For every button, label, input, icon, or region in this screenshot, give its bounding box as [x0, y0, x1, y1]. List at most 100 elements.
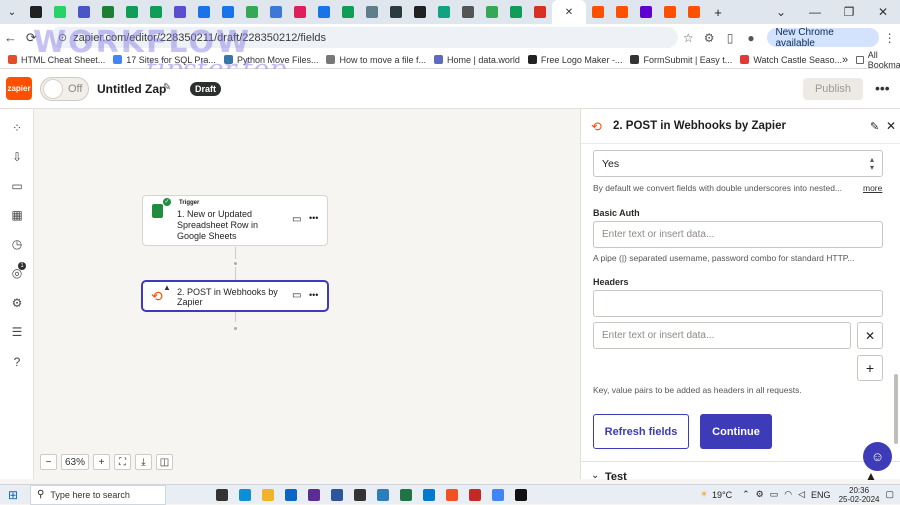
- taskbar-app[interactable]: [233, 485, 256, 505]
- taskbar-app[interactable]: [463, 485, 486, 505]
- versions-icon[interactable]: ☰: [10, 325, 24, 339]
- calendar-icon[interactable]: ▦: [10, 208, 24, 222]
- chrome-menu-icon[interactable]: ⋮: [879, 31, 900, 45]
- trigger-more-icon[interactable]: •••: [309, 213, 318, 223]
- panel-scrollbar[interactable]: [893, 144, 899, 479]
- taskbar-app[interactable]: [279, 485, 302, 505]
- browser-tab[interactable]: [456, 0, 480, 24]
- bookmark-item[interactable]: HTML Cheat Sheet...: [8, 55, 105, 65]
- edit-pencil-icon[interactable]: ✎: [163, 82, 171, 93]
- browser-tab[interactable]: [216, 0, 240, 24]
- bookmark-item[interactable]: Home | data.world: [434, 55, 520, 65]
- browser-tab[interactable]: [408, 0, 432, 24]
- browser-tab[interactable]: [120, 0, 144, 24]
- bookmark-item[interactable]: Watch Castle Seaso...: [740, 55, 842, 65]
- weather-temp[interactable]: 19°C: [712, 490, 732, 500]
- browser-tab[interactable]: [610, 0, 634, 24]
- assistant-chat-icon[interactable]: ☺: [863, 442, 892, 471]
- browser-tab[interactable]: [658, 0, 682, 24]
- taskbar-app[interactable]: [440, 485, 463, 505]
- extensions-icon[interactable]: ⚙: [699, 31, 720, 45]
- windows-start-icon[interactable]: ⊞: [0, 488, 26, 502]
- browser-tab[interactable]: [240, 0, 264, 24]
- zoom-out-button[interactable]: −: [40, 454, 57, 470]
- url-field[interactable]: ⊙ zapier.com/editor/228350211/draft/2283…: [49, 27, 678, 48]
- close-panel-icon[interactable]: ✕: [886, 119, 896, 133]
- import-icon[interactable]: ⇩: [10, 150, 24, 164]
- unflatten-select[interactable]: Yes ▴ ▾: [593, 150, 883, 177]
- browser-tab[interactable]: [432, 0, 456, 24]
- browser-tab[interactable]: [360, 0, 384, 24]
- more-options-icon[interactable]: •••: [875, 80, 890, 96]
- close-window-icon[interactable]: ✕: [866, 0, 900, 24]
- tab-search-chevron-icon[interactable]: ⌄: [0, 0, 24, 24]
- test-section-label[interactable]: Test: [605, 471, 627, 483]
- browser-tab[interactable]: [586, 0, 610, 24]
- tab-list-icon[interactable]: ⌄: [764, 0, 798, 24]
- maximize-icon[interactable]: ❐: [832, 0, 866, 24]
- language-indicator[interactable]: ENG: [811, 490, 831, 500]
- taskbar-app[interactable]: [210, 485, 233, 505]
- bookmarks-overflow-icon[interactable]: »: [842, 54, 848, 66]
- action-comment-icon[interactable]: ▭: [292, 290, 301, 301]
- minimize-icon[interactable]: —: [798, 0, 832, 24]
- trigger-step-card[interactable]: ✓ Trigger 1. New or Updated Spreadsheet …: [142, 195, 328, 246]
- add-header-button[interactable]: +: [857, 355, 883, 381]
- taskbar-app[interactable]: [348, 485, 371, 505]
- rename-pencil-icon[interactable]: ✎: [870, 120, 879, 133]
- download-icon[interactable]: ⤓: [135, 454, 152, 470]
- chevron-down-icon[interactable]: ⌄: [591, 470, 599, 481]
- history-icon[interactable]: ◷: [10, 237, 24, 251]
- basic-auth-input[interactable]: Enter text or insert data...: [593, 221, 883, 248]
- scrollbar-thumb[interactable]: [894, 374, 898, 444]
- volume-icon[interactable]: ◁: [798, 489, 805, 500]
- more-link[interactable]: more: [863, 183, 882, 193]
- bookmark-item[interactable]: Python Move Files...: [223, 55, 318, 65]
- back-arrow-icon[interactable]: ←: [0, 30, 21, 45]
- new-chrome-button[interactable]: New Chrome available: [767, 27, 880, 49]
- comment-icon[interactable]: ▭: [10, 179, 24, 193]
- browser-tab[interactable]: [384, 0, 408, 24]
- taskbar-app[interactable]: [325, 485, 348, 505]
- browser-tab[interactable]: [96, 0, 120, 24]
- headers-key-input[interactable]: [593, 290, 883, 317]
- bookmark-item[interactable]: FormSubmit | Easy t...: [630, 55, 732, 65]
- action-more-icon[interactable]: •••: [309, 290, 318, 300]
- taskbar-app[interactable]: [256, 485, 279, 505]
- taskbar-app[interactable]: [394, 485, 417, 505]
- trigger-comment-icon[interactable]: ▭: [292, 214, 301, 225]
- browser-tab[interactable]: [72, 0, 96, 24]
- bookmark-item[interactable]: Free Logo Maker -...: [527, 55, 622, 65]
- continue-button[interactable]: Continue: [700, 414, 772, 449]
- help-icon[interactable]: ?: [10, 355, 24, 369]
- taskbar-app[interactable]: [302, 485, 325, 505]
- browser-tab[interactable]: [682, 0, 706, 24]
- browser-tab[interactable]: [528, 0, 552, 24]
- browser-tab[interactable]: [288, 0, 312, 24]
- browser-tab[interactable]: [480, 0, 504, 24]
- clock[interactable]: 20:36 25-02-2024: [839, 486, 880, 504]
- browser-tab[interactable]: [336, 0, 360, 24]
- bookmark-item[interactable]: 17 Sites for SQL Pra...: [113, 55, 216, 65]
- browser-tab[interactable]: [504, 0, 528, 24]
- apps-grid-icon[interactable]: ⁘: [10, 121, 24, 135]
- notification-icon[interactable]: ▢: [885, 489, 894, 500]
- zoom-in-button[interactable]: +: [93, 454, 110, 470]
- tray-chevron-icon[interactable]: ⌃: [742, 489, 750, 500]
- settings-gear-icon[interactable]: ⚙: [10, 296, 24, 310]
- publish-button[interactable]: Publish: [803, 78, 863, 100]
- zap-on-off-toggle[interactable]: Off: [40, 77, 89, 101]
- browser-tab[interactable]: [192, 0, 216, 24]
- battery-icon[interactable]: ▭: [770, 489, 779, 500]
- taskbar-app[interactable]: [509, 485, 532, 505]
- remove-header-button[interactable]: ✕: [857, 322, 883, 349]
- taskbar-app[interactable]: [486, 485, 509, 505]
- headers-value-input[interactable]: Enter text or insert data...: [593, 322, 851, 349]
- zap-name[interactable]: Untitled Zap: [97, 82, 166, 96]
- browser-tab[interactable]: [144, 0, 168, 24]
- browser-tab[interactable]: [48, 0, 72, 24]
- site-info-icon[interactable]: ⊙: [58, 31, 67, 44]
- new-tab-button[interactable]: +: [706, 0, 730, 24]
- minimap-icon[interactable]: ◫: [156, 454, 173, 470]
- network-icon[interactable]: ◠: [784, 489, 792, 500]
